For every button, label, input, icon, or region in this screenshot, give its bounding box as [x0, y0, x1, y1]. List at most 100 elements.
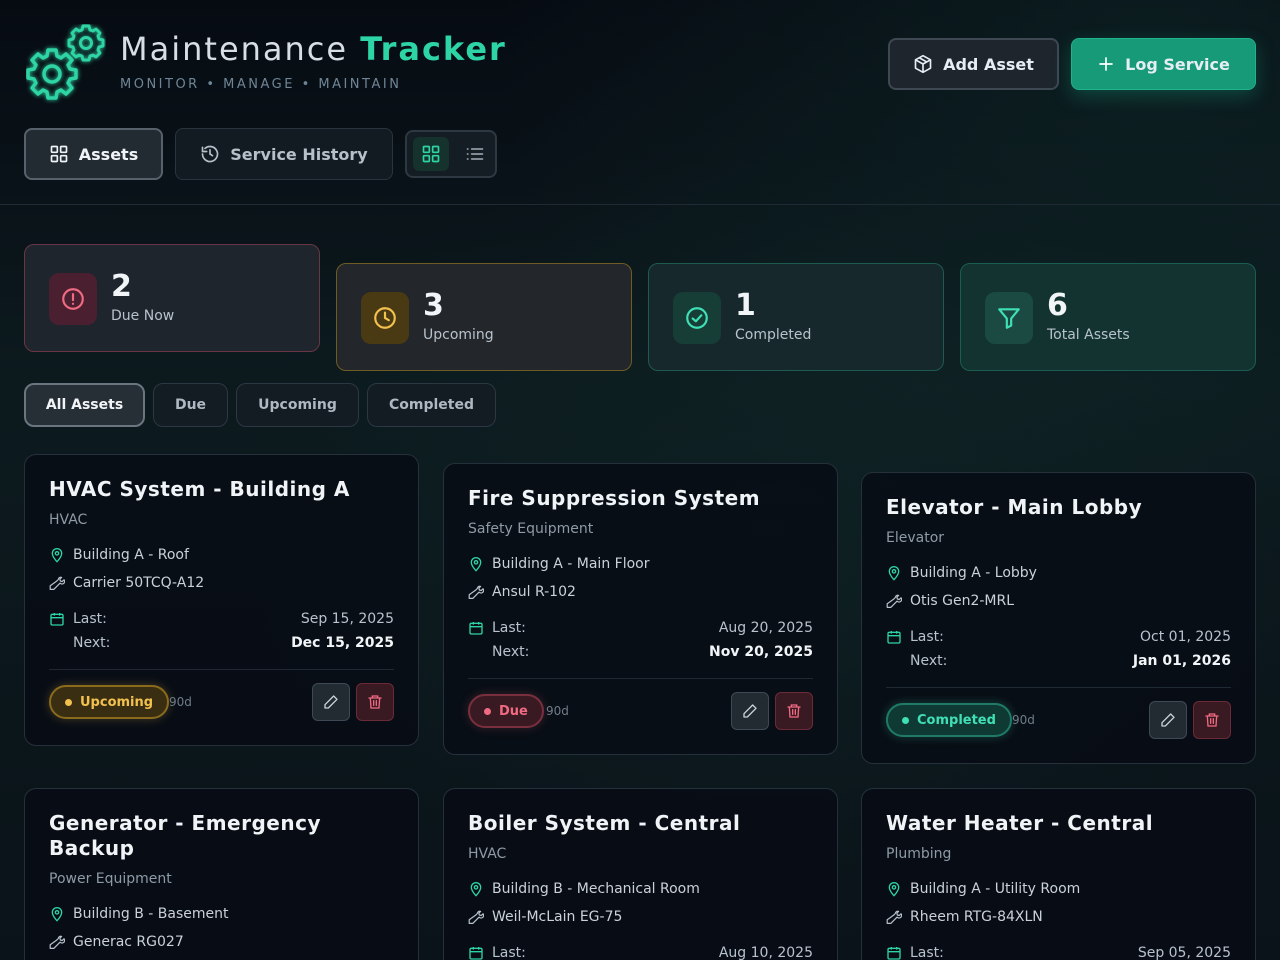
- last-label: Last:: [910, 945, 944, 960]
- wrench-icon: [886, 910, 902, 925]
- asset-name: Generator - Emergency Backup: [49, 811, 321, 860]
- last-label: Last:: [73, 611, 107, 627]
- stat-completed-value: 1: [735, 288, 756, 323]
- stat-due-now: 2 Due Now: [24, 244, 320, 352]
- asset-name: Water Heater - Central: [886, 811, 1154, 835]
- delete-button[interactable]: [1193, 701, 1231, 739]
- status-badge: Due: [468, 694, 544, 728]
- last-label: Last:: [492, 945, 526, 960]
- wrench-icon: [49, 935, 65, 950]
- box-icon: [913, 54, 933, 74]
- status-badge: Completed: [886, 703, 1012, 737]
- asset-model-text: Otis Gen2-MRL: [910, 593, 1015, 609]
- asset-model-text: Weil-McLain EG-75: [492, 909, 623, 925]
- calendar-icon: [469, 622, 483, 635]
- pencil-icon: [324, 695, 338, 709]
- delete-button[interactable]: [356, 683, 394, 721]
- asset-name: Elevator - Main Lobby: [886, 495, 1143, 519]
- filter-icon: [985, 292, 1033, 344]
- asset-location-text: Building B - Mechanical Room: [492, 881, 700, 897]
- map-pin-icon: [470, 882, 482, 897]
- tab-assets-label: Assets: [78, 144, 139, 164]
- stat-completed-label: Completed: [735, 327, 812, 343]
- map-pin-icon: [470, 557, 482, 572]
- status-dot: [65, 698, 72, 706]
- service-interval: 90d: [546, 704, 569, 718]
- asset-model: Carrier 50TCQ-A12: [49, 575, 204, 591]
- log-service-label: Log Service: [1125, 54, 1230, 74]
- asset-category: HVAC: [49, 512, 88, 528]
- asset-model-text: Rheem RTG-84XLN: [910, 909, 1043, 925]
- stat-upcoming: 3 Upcoming: [336, 263, 632, 371]
- asset-category: Power Equipment: [49, 871, 172, 887]
- filter-upcoming[interactable]: Upcoming: [236, 383, 359, 427]
- asset-dates: Last: Oct 01, 2025 Next: Jan 01, 2026: [886, 629, 1231, 673]
- asset-model: Rheem RTG-84XLN: [886, 909, 1043, 925]
- tab-assets[interactable]: Assets: [24, 128, 163, 180]
- tab-service-history[interactable]: Service History: [175, 128, 393, 180]
- next-label: Next:: [910, 653, 948, 669]
- alert-circle-icon: [49, 273, 97, 325]
- calendar-icon: [887, 947, 901, 960]
- next-service-date: Nov 20, 2025: [709, 644, 813, 660]
- trash-icon: [368, 695, 382, 709]
- last-label: Last:: [492, 620, 526, 636]
- log-service-button[interactable]: Log Service: [1071, 38, 1256, 90]
- filter-completed[interactable]: Completed: [367, 383, 496, 427]
- asset-location: Building A - Roof: [49, 547, 189, 563]
- asset-category: Plumbing: [886, 846, 952, 862]
- status-dot: [902, 716, 909, 724]
- list-view-button[interactable]: [457, 137, 493, 171]
- view-toggle: [405, 130, 497, 178]
- service-interval: 90d: [1012, 713, 1035, 727]
- status-dot: [484, 707, 491, 715]
- asset-location: Building A - Main Floor: [468, 556, 649, 572]
- clock-icon: [361, 292, 409, 344]
- stat-total-label: Total Assets: [1047, 327, 1130, 343]
- asset-card: HVAC System - Building A HVAC Building A…: [24, 454, 419, 746]
- asset-model-text: Generac RG027: [73, 934, 184, 950]
- stat-total-value: 6: [1047, 288, 1068, 323]
- asset-category: Safety Equipment: [468, 521, 594, 537]
- stat-total-assets: 6 Total Assets: [960, 263, 1256, 371]
- asset-card: Boiler System - Central HVAC Building B …: [443, 788, 838, 960]
- app-title-main: Maintenance: [120, 30, 349, 68]
- asset-name: Fire Suppression System: [468, 486, 761, 510]
- divider: [49, 669, 394, 670]
- asset-name: HVAC System - Building A: [49, 477, 350, 501]
- add-asset-button[interactable]: Add Asset: [888, 38, 1059, 90]
- last-service-date: Aug 20, 2025: [718, 620, 813, 636]
- asset-card: Water Heater - Central Plumbing Building…: [861, 788, 1256, 960]
- asset-location: Building B - Basement: [49, 906, 229, 922]
- filter-all-assets[interactable]: All Assets: [24, 383, 145, 427]
- status-label: Completed: [917, 712, 996, 728]
- last-service-date: Sep 05, 2025: [1137, 945, 1231, 960]
- grid-view-button[interactable]: [413, 137, 449, 171]
- last-service-date: Oct 01, 2025: [1140, 629, 1231, 645]
- filter-due[interactable]: Due: [153, 383, 228, 427]
- edit-button[interactable]: [1149, 701, 1187, 739]
- asset-dates: Last: Sep 15, 2025 Next: Dec 15, 2025: [49, 611, 394, 655]
- edit-button[interactable]: [731, 692, 769, 730]
- stat-due-value: 2: [111, 269, 132, 304]
- service-interval: 90d: [169, 695, 192, 709]
- calendar-icon: [50, 613, 64, 626]
- asset-model: Otis Gen2-MRL: [886, 593, 1014, 609]
- edit-button[interactable]: [312, 683, 350, 721]
- divider: [468, 678, 813, 679]
- trash-icon: [787, 704, 801, 718]
- map-pin-icon: [51, 548, 63, 563]
- add-asset-label: Add Asset: [943, 54, 1034, 74]
- grid-view-icon: [422, 145, 440, 163]
- delete-button[interactable]: [775, 692, 813, 730]
- asset-location-text: Building A - Main Floor: [492, 556, 650, 572]
- gears-logo-icon: [26, 24, 106, 104]
- asset-location-text: Building A - Utility Room: [910, 881, 1081, 897]
- asset-model: Ansul R-102: [468, 584, 576, 600]
- asset-location-text: Building A - Roof: [73, 547, 189, 563]
- map-pin-icon: [51, 907, 63, 922]
- asset-model: Generac RG027: [49, 934, 184, 950]
- wrench-icon: [49, 576, 65, 591]
- map-pin-icon: [888, 566, 900, 581]
- wrench-icon: [468, 910, 484, 925]
